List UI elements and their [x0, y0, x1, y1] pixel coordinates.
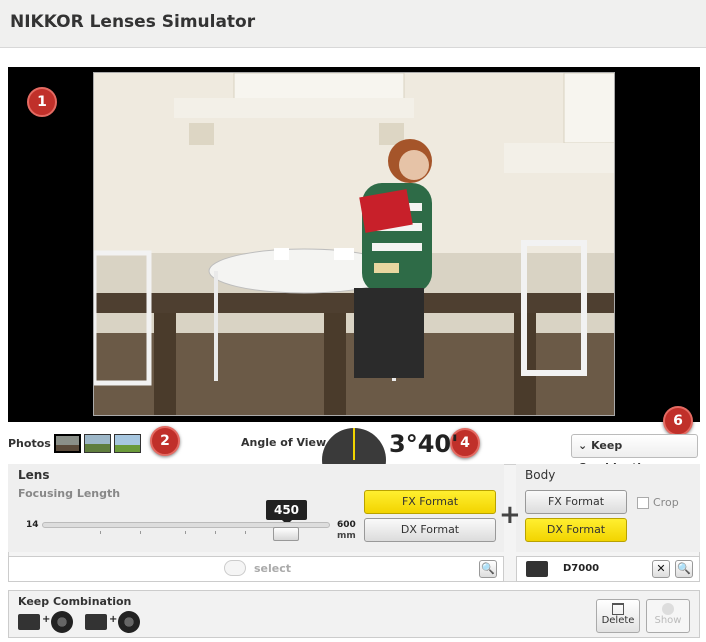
search-icon: 🔍	[677, 562, 691, 575]
thumbnail-image-icon	[85, 435, 110, 452]
angle-of-view-value: 3°40'	[389, 430, 459, 458]
body-title: Body	[525, 468, 556, 482]
app-header: NIKKOR Lenses Simulator	[0, 0, 706, 48]
saved-lens-icon[interactable]	[118, 611, 140, 633]
crop-label: Crop	[653, 496, 679, 509]
focal-length-value: 450	[266, 500, 307, 525]
lens-select-placeholder: select	[254, 562, 292, 575]
focusing-length-label: Focusing Length	[18, 487, 121, 500]
crop-checkbox[interactable]	[637, 497, 649, 509]
search-icon: 🔍	[481, 562, 495, 575]
saved-camera-icon[interactable]	[85, 614, 107, 630]
body-clear-button[interactable]: ✕	[652, 560, 670, 578]
photo-viewer	[8, 67, 700, 422]
sample-photo	[93, 72, 615, 416]
slider-tick	[140, 531, 141, 534]
photos-label: Photos	[8, 437, 51, 450]
slider-tick	[215, 531, 216, 534]
focal-length-min: 14	[26, 520, 39, 530]
combo-plus-2: +	[109, 614, 118, 625]
chevron-down-icon: ⌄	[578, 439, 588, 452]
show-button[interactable]: Show	[646, 599, 690, 633]
focal-length-slider-handle[interactable]	[273, 527, 299, 541]
focal-length-max: 600	[337, 520, 356, 530]
body-model: D7000	[563, 563, 600, 574]
sample-photo-image	[94, 73, 614, 415]
body-search-button[interactable]: 🔍	[675, 560, 693, 578]
angle-of-view-label: Angle of View	[241, 436, 327, 449]
body-fx-format-button[interactable]: FX Format	[525, 490, 627, 514]
show-icon	[662, 603, 674, 615]
delete-button[interactable]: Delete	[596, 599, 640, 633]
delete-label: Delete	[601, 615, 635, 626]
keep-combination-title: Keep Combination	[18, 595, 132, 608]
lens-fx-format-button[interactable]: FX Format	[364, 490, 496, 514]
thumbnail-image-icon	[56, 436, 79, 451]
slider-tick	[185, 531, 186, 534]
photo-thumbnail-1[interactable]	[54, 434, 81, 453]
photo-thumbnail-2[interactable]	[84, 434, 111, 453]
keep-combination-button[interactable]: ⌄ Keep Combination	[571, 434, 698, 474]
show-label: Show	[654, 615, 682, 626]
slider-tick	[100, 531, 101, 534]
trash-icon	[612, 603, 624, 615]
lens-search-button[interactable]: 🔍	[479, 560, 497, 578]
lens-title: Lens	[18, 468, 50, 482]
focal-length-unit: mm	[337, 531, 356, 541]
thumbnail-image-icon	[115, 435, 140, 452]
callout-badge-1: 1	[27, 87, 57, 117]
saved-lens-icon[interactable]	[51, 611, 73, 633]
body-dx-format-button[interactable]: DX Format	[525, 518, 627, 542]
photo-thumbnail-3[interactable]	[114, 434, 141, 453]
saved-camera-icon[interactable]	[18, 614, 40, 630]
lens-select-icon	[224, 560, 246, 576]
combo-plus-1: +	[42, 614, 51, 625]
callout-badge-6: 6	[663, 406, 693, 436]
slider-tick	[245, 531, 246, 534]
callout-badge-2: 2	[150, 426, 180, 456]
close-icon: ✕	[656, 562, 666, 575]
lens-dx-format-button[interactable]: DX Format	[364, 518, 496, 542]
app-title: NIKKOR Lenses Simulator	[10, 12, 256, 32]
camera-body-icon	[526, 561, 548, 577]
plus-icon: +	[499, 500, 521, 530]
